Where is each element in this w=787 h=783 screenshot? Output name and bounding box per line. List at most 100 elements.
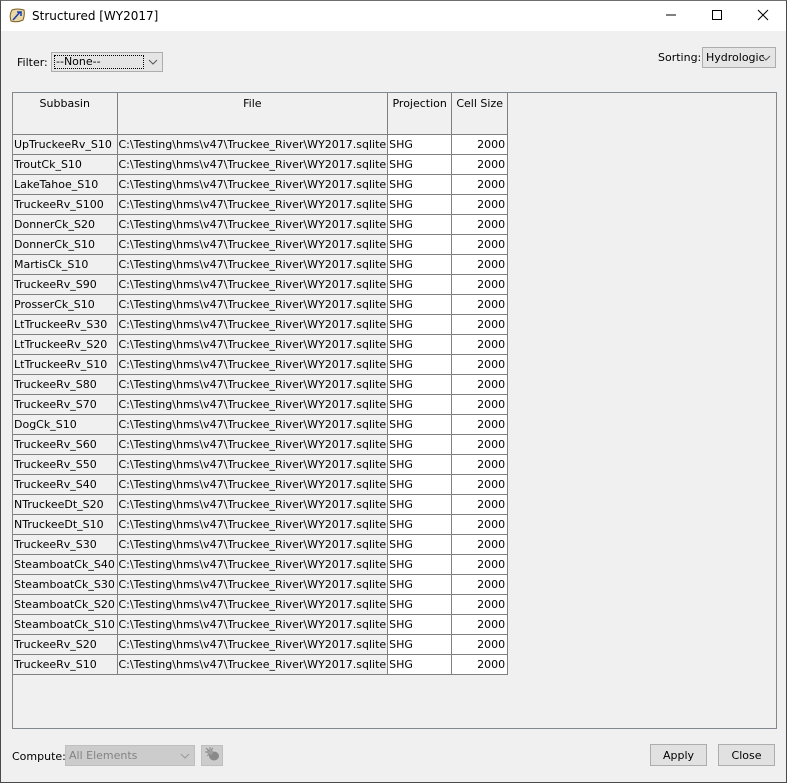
subbasin-cell[interactable]: DonnerCk_S20 [13,213,118,235]
table-row[interactable]: DonnerCk_S10 C:\Testing\hms\v47\Truckee_R… [13,233,509,255]
cell-size-cell[interactable]: 2000 [451,553,509,575]
file-cell[interactable]: C:\Testing\hms\v47\Truckee_River\WY2017.… [116,553,389,575]
cell-size-cell[interactable]: 2000 [451,453,509,475]
file-cell[interactable]: C:\Testing\hms\v47\Truckee_River\WY2017.… [116,293,389,315]
projection-cell[interactable]: SHG [387,373,453,395]
table-row[interactable]: TruckeeRv_S30 C:\Testing\hms\v47\Truckee_… [13,533,509,555]
minimize-button[interactable] [648,1,694,31]
cell-size-cell[interactable]: 2000 [451,233,509,255]
table-row[interactable]: TruckeeRv_S60 C:\Testing\hms\v47\Truckee_… [13,433,509,455]
cell-size-cell[interactable]: 2000 [451,513,509,535]
projection-cell[interactable]: SHG [387,173,453,195]
cell-size-cell[interactable]: 2000 [451,433,509,455]
table-row[interactable]: TroutCk_S10 C:\Testing\hms\v47\Truckee_Ri… [13,153,509,175]
column-header-subbasin[interactable]: Subbasin [13,93,118,135]
close-button[interactable]: Close [718,744,775,766]
subbasin-cell[interactable]: LtTruckeeRv_S30 [13,313,118,335]
file-cell[interactable]: C:\Testing\hms\v47\Truckee_River\WY2017.… [116,173,389,195]
table-row[interactable]: SteamboatCk_S30 C:\Testing\hms\v47\Trucke… [13,573,509,595]
column-header-file[interactable]: File [116,93,389,135]
subbasin-cell[interactable]: LtTruckeeRv_S10 [13,353,118,375]
projection-cell[interactable]: SHG [387,473,453,495]
table-row[interactable]: TruckeeRv_S100 C:\Testing\hms\v47\Truckee… [13,193,509,215]
subbasin-cell[interactable]: LtTruckeeRv_S20 [13,333,118,355]
projection-cell[interactable]: SHG [387,433,453,455]
subbasin-cell[interactable]: SteamboatCk_S10 [13,613,118,635]
table-row[interactable]: UpTruckeeRv_S10 C:\Testing\hms\v47\Trucke… [13,133,509,155]
table-row[interactable]: SteamboatCk_S10 C:\Testing\hms\v47\Trucke… [13,613,509,635]
cell-size-cell[interactable]: 2000 [451,473,509,495]
subbasin-cell[interactable]: TruckeeRv_S40 [13,473,118,495]
cell-size-cell[interactable]: 2000 [451,313,509,335]
table-row[interactable]: TruckeeRv_S80 C:\Testing\hms\v47\Truckee_… [13,373,509,395]
table-row[interactable]: TruckeeRv_S90 C:\Testing\hms\v47\Truckee_… [13,273,509,295]
projection-cell[interactable]: SHG [387,533,453,555]
subbasin-cell[interactable]: MartisCk_S10 [13,253,118,275]
table-row[interactable]: MartisCk_S10 C:\Testing\hms\v47\Truckee_R… [13,253,509,275]
file-cell[interactable]: C:\Testing\hms\v47\Truckee_River\WY2017.… [116,433,389,455]
subbasin-cell[interactable]: TruckeeRv_S100 [13,193,118,215]
projection-cell[interactable]: SHG [387,613,453,635]
subbasin-cell[interactable]: UpTruckeeRv_S10 [13,133,118,155]
cell-size-cell[interactable]: 2000 [451,533,509,555]
table-row[interactable]: DonnerCk_S20 C:\Testing\hms\v47\Truckee_R… [13,213,509,235]
file-cell[interactable]: C:\Testing\hms\v47\Truckee_River\WY2017.… [116,313,389,335]
file-cell[interactable]: C:\Testing\hms\v47\Truckee_River\WY2017.… [116,573,389,595]
file-cell[interactable]: C:\Testing\hms\v47\Truckee_River\WY2017.… [116,213,389,235]
projection-cell[interactable]: SHG [387,273,453,295]
maximize-button[interactable] [694,1,740,31]
file-cell[interactable]: C:\Testing\hms\v47\Truckee_River\WY2017.… [116,273,389,295]
file-cell[interactable]: C:\Testing\hms\v47\Truckee_River\WY2017.… [116,373,389,395]
cell-size-cell[interactable]: 2000 [451,353,509,375]
projection-cell[interactable]: SHG [387,233,453,255]
cell-size-cell[interactable]: 2000 [451,393,509,415]
compute-button[interactable] [201,745,223,766]
projection-cell[interactable]: SHG [387,353,453,375]
subbasin-cell[interactable]: SteamboatCk_S30 [13,573,118,595]
subbasin-cell[interactable]: TruckeeRv_S70 [13,393,118,415]
projection-cell[interactable]: SHG [387,393,453,415]
table-row[interactable]: NTruckeeDt_S10 C:\Testing\hms\v47\Truckee… [13,513,509,535]
projection-cell[interactable]: SHG [387,653,453,675]
filter-dropdown[interactable]: --None-- [51,52,163,72]
cell-size-cell[interactable]: 2000 [451,333,509,355]
projection-cell[interactable]: SHG [387,153,453,175]
cell-size-cell[interactable]: 2000 [451,633,509,655]
table-row[interactable]: NTruckeeDt_S20 C:\Testing\hms\v47\Truckee… [13,493,509,515]
table-row[interactable]: LtTruckeeRv_S10 C:\Testing\hms\v47\Trucke… [13,353,509,375]
cell-size-cell[interactable]: 2000 [451,213,509,235]
subbasin-cell[interactable]: NTruckeeDt_S10 [13,513,118,535]
close-window-button[interactable] [740,1,786,31]
file-cell[interactable]: C:\Testing\hms\v47\Truckee_River\WY2017.… [116,613,389,635]
table-row[interactable]: DogCk_S10 C:\Testing\hms\v47\Truckee_Rive… [13,413,509,435]
table-row[interactable]: TruckeeRv_S40 C:\Testing\hms\v47\Truckee_… [13,473,509,495]
subbasin-cell[interactable]: NTruckeeDt_S20 [13,493,118,515]
file-cell[interactable]: C:\Testing\hms\v47\Truckee_River\WY2017.… [116,153,389,175]
subbasin-cell[interactable]: TruckeeRv_S10 [13,653,118,675]
subbasin-cell[interactable]: TroutCk_S10 [13,153,118,175]
table-row[interactable]: SteamboatCk_S40 C:\Testing\hms\v47\Trucke… [13,553,509,575]
subbasin-cell[interactable]: DonnerCk_S10 [13,233,118,255]
projection-cell[interactable]: SHG [387,413,453,435]
projection-cell[interactable]: SHG [387,213,453,235]
file-cell[interactable]: C:\Testing\hms\v47\Truckee_River\WY2017.… [116,233,389,255]
subbasin-cell[interactable]: DogCk_S10 [13,413,118,435]
column-header-projection[interactable]: Projection [387,93,453,135]
subbasin-cell[interactable]: TruckeeRv_S30 [13,533,118,555]
projection-cell[interactable]: SHG [387,313,453,335]
file-cell[interactable]: C:\Testing\hms\v47\Truckee_River\WY2017.… [116,253,389,275]
cell-size-cell[interactable]: 2000 [451,173,509,195]
cell-size-cell[interactable]: 2000 [451,273,509,295]
table-row[interactable]: LtTruckeeRv_S30 C:\Testing\hms\v47\Trucke… [13,313,509,335]
table-row[interactable]: TruckeeRv_S10 C:\Testing\hms\v47\Truckee_… [13,653,509,675]
subbasin-cell[interactable]: ProsserCk_S10 [13,293,118,315]
projection-cell[interactable]: SHG [387,133,453,155]
file-cell[interactable]: C:\Testing\hms\v47\Truckee_River\WY2017.… [116,393,389,415]
file-cell[interactable]: C:\Testing\hms\v47\Truckee_River\WY2017.… [116,333,389,355]
file-cell[interactable]: C:\Testing\hms\v47\Truckee_River\WY2017.… [116,453,389,475]
projection-cell[interactable]: SHG [387,513,453,535]
cell-size-cell[interactable]: 2000 [451,293,509,315]
table-row[interactable]: LtTruckeeRv_S20 C:\Testing\hms\v47\Trucke… [13,333,509,355]
projection-cell[interactable]: SHG [387,593,453,615]
table-row[interactable]: TruckeeRv_S20 C:\Testing\hms\v47\Truckee_… [13,633,509,655]
